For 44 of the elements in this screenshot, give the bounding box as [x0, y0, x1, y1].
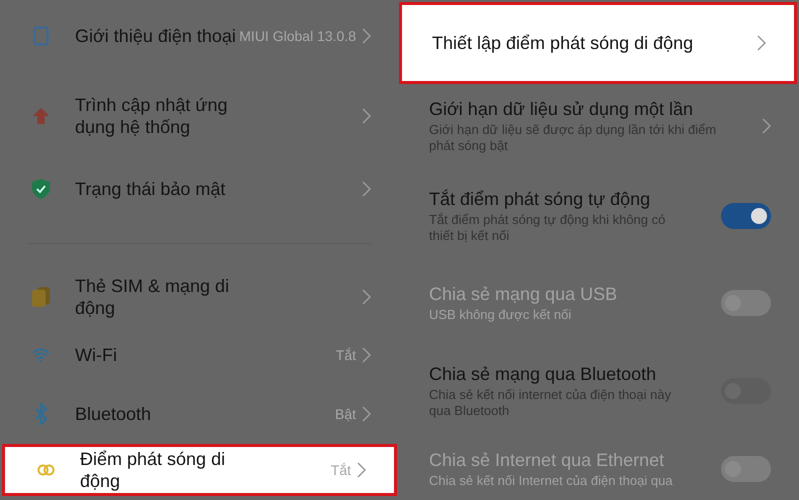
chevron-icon — [362, 181, 371, 197]
chevron-icon — [362, 108, 371, 124]
row-title: Chia sẻ Internet qua Ethernet — [429, 449, 666, 471]
settings-row[interactable]: Trình cập nhật ứng dụng hệ thống — [0, 72, 399, 160]
phone-icon — [33, 26, 49, 46]
row-title: Thẻ SIM & mạng di động — [75, 275, 230, 319]
wifi-icon — [32, 346, 50, 364]
settings-row[interactable]: Wi-Fi Tắt — [0, 326, 399, 384]
row-subtitle: Chia sẻ kết nối Internet của điện thoại qua — [429, 473, 674, 489]
row-subtitle: USB không được kết nối — [429, 307, 572, 323]
chevron-icon — [757, 35, 766, 51]
settings-row[interactable]: Thiết lập điểm phát sóng di động — [399, 2, 797, 84]
bluetooth-icon — [34, 403, 48, 425]
row-title: Chia sẻ mạng qua Bluetooth — [429, 363, 658, 385]
settings-row[interactable]: Bluetooth Bật — [0, 384, 399, 444]
row-value: MIUI Global 13.0.8 — [239, 26, 356, 46]
sim-card-icon — [32, 286, 50, 308]
settings-row[interactable]: Giới thiệu điện thoại MIUI Global 13.0.8 — [0, 0, 399, 72]
row-title: Chia sẻ mạng qua USB — [429, 283, 618, 305]
shield-check-icon — [32, 179, 50, 199]
chevron-icon — [362, 289, 371, 305]
up-arrow-icon — [32, 106, 50, 126]
row-value: Bật — [334, 404, 356, 424]
chevron-icon — [762, 118, 771, 134]
toggle-switch[interactable] — [721, 203, 771, 229]
row-title: Thiết lập điểm phát sóng di động — [432, 32, 694, 54]
row-title: Điểm phát sóng di động — [80, 448, 226, 492]
linked-rings-icon — [37, 462, 55, 478]
row-title: Giới hạn dữ liệu sử dụng một lần — [429, 98, 694, 120]
row-title: Trình cập nhật ứng dụng hệ thống — [75, 94, 228, 138]
row-value: Tắt — [330, 460, 351, 480]
settings-row[interactable]: Trạng thái bảo mật — [0, 160, 399, 218]
chevron-icon — [357, 462, 366, 478]
settings-row[interactable]: Điểm phát sóng di động Tắt — [2, 444, 397, 496]
row-title: Trạng thái bảo mật — [75, 178, 226, 200]
settings-row[interactable]: Thẻ SIM & mạng di động — [0, 268, 399, 326]
row-title: Wi-Fi — [75, 344, 118, 366]
row-title: Bluetooth — [75, 403, 152, 425]
chevron-icon — [362, 347, 371, 363]
row-title: Giới thiệu điện thoại — [75, 25, 237, 47]
row-title: Tắt điểm phát sóng tự động — [429, 188, 652, 210]
row-value: Tắt — [336, 346, 356, 364]
chevron-icon — [362, 406, 371, 422]
chevron-icon — [362, 28, 371, 44]
